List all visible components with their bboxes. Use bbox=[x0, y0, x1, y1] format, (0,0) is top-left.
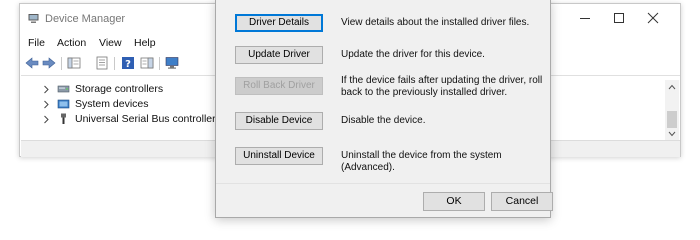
driver-details-button[interactable]: Driver Details bbox=[235, 14, 323, 32]
disable-device-description: Disable the device. bbox=[341, 115, 426, 126]
ok-button[interactable]: OK bbox=[423, 192, 485, 211]
update-driver-description: Update the driver for this device. bbox=[341, 49, 485, 60]
scrollbar-thumb[interactable] bbox=[667, 111, 677, 128]
minimize-icon[interactable] bbox=[570, 9, 600, 27]
properties-icon[interactable] bbox=[95, 56, 109, 70]
monitor-icon[interactable] bbox=[165, 56, 179, 70]
help-icon[interactable]: ? bbox=[121, 56, 135, 70]
screen: Device Manager File Action View Help ? S… bbox=[0, 0, 700, 226]
vertical-scrollbar[interactable] bbox=[665, 80, 679, 140]
cancel-button[interactable]: Cancel bbox=[491, 192, 553, 211]
chevron-right-icon[interactable] bbox=[43, 115, 50, 124]
scroll-up-icon[interactable] bbox=[668, 84, 676, 90]
toolbar-separator bbox=[159, 57, 160, 70]
storage-controller-icon bbox=[57, 85, 70, 93]
roll-back-driver-description: If the device fails after updating the d… bbox=[341, 75, 543, 98]
window-title: Device Manager bbox=[45, 13, 126, 25]
action-pane-icon[interactable] bbox=[140, 56, 154, 70]
disable-device-button[interactable]: Disable Device bbox=[235, 112, 323, 130]
chevron-right-icon[interactable] bbox=[43, 85, 50, 94]
tree-item-label: System devices bbox=[75, 98, 149, 110]
uninstall-device-description: Uninstall the device from the system (Ad… bbox=[341, 150, 502, 173]
dialog-footer: OK Cancel bbox=[216, 183, 553, 217]
toolbar-separator bbox=[61, 57, 62, 70]
chevron-right-icon[interactable] bbox=[43, 100, 50, 109]
tree-item-label: Storage controllers bbox=[75, 83, 164, 95]
close-icon[interactable] bbox=[638, 9, 668, 27]
uninstall-device-button[interactable]: Uninstall Device bbox=[235, 147, 323, 165]
menu-file[interactable]: File bbox=[28, 37, 45, 49]
maximize-icon[interactable] bbox=[604, 9, 634, 27]
driver-properties-dialog: Driver Details View details about the in… bbox=[215, 0, 553, 218]
menu-help[interactable]: Help bbox=[134, 37, 156, 49]
tree-item-label: Universal Serial Bus controllers bbox=[75, 113, 221, 125]
usb-icon bbox=[61, 113, 66, 124]
show-hide-console-tree-icon[interactable] bbox=[67, 56, 81, 70]
forward-arrow-icon[interactable] bbox=[42, 56, 56, 70]
svg-text:?: ? bbox=[125, 59, 131, 70]
menu-action[interactable]: Action bbox=[57, 37, 86, 49]
device-manager-icon bbox=[28, 14, 39, 23]
update-driver-button[interactable]: Update Driver bbox=[235, 46, 323, 64]
scroll-down-icon[interactable] bbox=[668, 131, 676, 137]
system-devices-icon bbox=[57, 99, 70, 109]
menu-view[interactable]: View bbox=[99, 37, 122, 49]
driver-details-description: View details about the installed driver … bbox=[341, 17, 530, 28]
roll-back-driver-button[interactable]: Roll Back Driver bbox=[235, 77, 323, 95]
toolbar-separator bbox=[114, 57, 115, 70]
back-arrow-icon[interactable] bbox=[25, 56, 39, 70]
